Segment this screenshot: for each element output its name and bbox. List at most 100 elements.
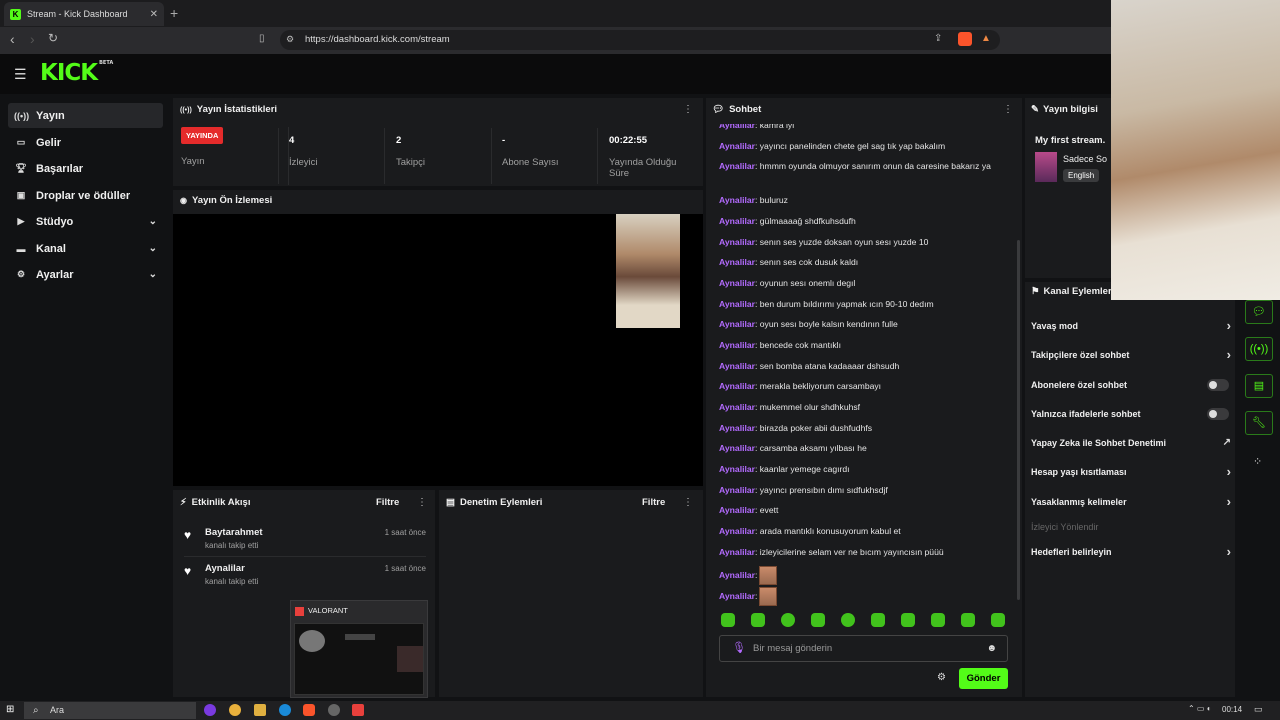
emote-icon[interactable]: [841, 613, 855, 627]
chat-message[interactable]: Aynalilar: senın ses cok dusuk kaldı: [719, 256, 1004, 269]
chat-username[interactable]: Aynalilar: [719, 485, 755, 495]
chat-input[interactable]: 🎙︎ Bir mesaj gönderin ☻: [719, 635, 1008, 662]
tray-icons[interactable]: ⌃ ▭ ◐: [1188, 704, 1212, 713]
brave-shield-icon[interactable]: [958, 32, 972, 46]
chat-username[interactable]: Aynalilar: [719, 402, 755, 412]
emote-icon[interactable]: [901, 613, 915, 627]
taskbar-search[interactable]: ⌕ Ara: [24, 702, 196, 719]
emote-icon[interactable]: [961, 613, 975, 627]
chat-username[interactable]: Aynalilar: [719, 505, 755, 515]
action-account-age[interactable]: Hesap yaşı kısıtlaması ›: [1031, 464, 1231, 479]
chat-message[interactable]: Aynalilar: gülmaaaağ shdfkuhsdufh: [719, 215, 1004, 228]
chat-scrollbar[interactable]: [1017, 240, 1020, 600]
emote-icon[interactable]: [931, 613, 945, 627]
chat-message[interactable]: Aynalilar: yayıncı panelinden chete gel …: [719, 140, 1004, 153]
chat-username[interactable]: Aynalilar: [719, 361, 755, 371]
action-set-goals[interactable]: Hedefleri belirleyin ›: [1031, 544, 1231, 559]
moderation-filter-button[interactable]: Filtre: [642, 497, 665, 508]
sidebar-item-droplar[interactable]: ▣ Droplar ve ödüller: [8, 183, 163, 208]
action-slow-mode[interactable]: Yavaş mod ›: [1031, 318, 1231, 333]
chat-username[interactable]: Aynalilar: [719, 257, 755, 267]
emoji-icon[interactable]: ☻: [986, 636, 997, 661]
wrench-icon[interactable]: 🔧︎: [1245, 411, 1273, 435]
kick-logo[interactable]: KICK BETA: [40, 60, 113, 86]
site-info-icon[interactable]: ⚙: [286, 34, 294, 45]
chat-message[interactable]: Aynalilar: birazda poker abii dushfudhfs: [719, 422, 1004, 435]
windows-start-icon[interactable]: ⊞: [6, 704, 14, 715]
sidebar-item-basarilar[interactable]: 🏆︎ Başarılar: [8, 156, 163, 181]
chat-message[interactable]: Aynalilar: carsamba aksamı yılbası he: [719, 442, 1004, 455]
action-host-viewers[interactable]: İzleyici Yönlendir: [1031, 522, 1231, 532]
more-options-icon[interactable]: ⋮: [417, 497, 427, 508]
action-followers-only[interactable]: Takipçilere özel sohbet ›: [1031, 347, 1231, 362]
emote-icon[interactable]: [751, 613, 765, 627]
new-tab-icon[interactable]: +: [170, 5, 178, 21]
action-subscribers-only[interactable]: Abonelere özel sohbet: [1031, 379, 1231, 391]
obs-icon[interactable]: [328, 704, 340, 716]
chat-username[interactable]: Aynalilar: [719, 547, 755, 557]
info-toggle-icon[interactable]: ▤: [1245, 374, 1273, 398]
sidebar-item-kanal[interactable]: ▬ Kanal ⌄: [8, 236, 163, 261]
reload-icon[interactable]: ↻: [48, 31, 58, 45]
share-icon[interactable]: ⇪: [934, 33, 942, 44]
chat-message[interactable]: Aynalilar: sen bomba atana kadaaaar dshs…: [719, 360, 1004, 373]
more-options-icon[interactable]: ⋮: [683, 104, 693, 115]
emote-icon[interactable]: [781, 613, 795, 627]
sidebar-item-yayin[interactable]: ((•)) Yayın: [8, 103, 163, 128]
chat-username[interactable]: Aynalilar: [719, 161, 755, 171]
subscribers-only-toggle[interactable]: [1207, 379, 1229, 391]
chat-username[interactable]: Aynalilar: [719, 526, 755, 536]
chat-message[interactable]: Aynalilar: buluruz: [719, 194, 1004, 207]
emote-icon[interactable]: [871, 613, 885, 627]
chat-username[interactable]: Aynalilar: [719, 319, 755, 329]
address-bar[interactable]: https://dashboard.kick.com/stream: [280, 30, 1000, 50]
emote-icon[interactable]: [721, 613, 735, 627]
chat-settings-icon[interactable]: ⚙: [937, 672, 946, 683]
notification-icon[interactable]: ▭: [1254, 704, 1263, 715]
emotes-only-toggle[interactable]: [1207, 408, 1229, 420]
chat-message[interactable]: Aynalilar:: [719, 566, 1004, 585]
sidebar-item-studyo[interactable]: ▶ Stüdyo ⌄: [8, 209, 163, 234]
add-widget-icon[interactable]: ⁘: [1253, 455, 1262, 468]
chat-message[interactable]: Aynalilar: oyun sesı boyle kalsın kendın…: [719, 318, 1004, 331]
chat-username[interactable]: Aynalilar: [719, 340, 755, 350]
chat-username[interactable]: Aynalilar: [719, 443, 755, 453]
sidebar-item-ayarlar[interactable]: ⚙ Ayarlar ⌄: [8, 262, 163, 287]
chat-username[interactable]: Aynalilar: [719, 195, 755, 205]
chat-message[interactable]: Aynalilar: bencede cok mantıklı: [719, 339, 1004, 352]
chat-username[interactable]: Aynalilar: [719, 423, 755, 433]
action-emotes-only[interactable]: Yalnızca ifadelerle sohbet: [1031, 408, 1231, 420]
brave-rewards-icon[interactable]: ▲: [981, 33, 991, 44]
action-ai-moderation[interactable]: Yapay Zeka ile Sohbet Denetimi ↗: [1031, 437, 1231, 448]
chat-username[interactable]: Aynalilar: [719, 464, 755, 474]
chat-username[interactable]: Aynalilar: [719, 570, 755, 580]
forward-icon[interactable]: ›: [30, 31, 35, 47]
app-icon[interactable]: [204, 704, 216, 716]
menu-icon[interactable]: ☰: [14, 66, 27, 83]
valorant-window-preview[interactable]: VALORANT: [290, 600, 428, 698]
chat-username[interactable]: Aynalilar: [719, 216, 755, 226]
taskbar-clock[interactable]: 00:14: [1222, 705, 1242, 714]
chat-message[interactable]: Aynalilar: ben durum bıldırımı yapmak ıc…: [719, 298, 1004, 311]
action-banned-words[interactable]: Yasaklanmış kelimeler ›: [1031, 494, 1231, 509]
chat-username[interactable]: Aynalilar: [719, 278, 755, 288]
chat-username[interactable]: Aynalilar: [719, 299, 755, 309]
chat-message[interactable]: Aynalilar: merakla bekliyorum carsambayı: [719, 380, 1004, 393]
chat-message[interactable]: Aynalilar: kaanlar yemege cagırdı: [719, 463, 1004, 476]
more-options-icon[interactable]: ⋮: [1003, 104, 1013, 115]
bookmark-icon[interactable]: ▯: [259, 33, 265, 44]
send-button[interactable]: Gönder: [959, 668, 1008, 689]
chat-message[interactable]: Aynalilar: evett: [719, 504, 1004, 517]
microphone-icon[interactable]: 🎙︎: [732, 636, 746, 661]
chat-toggle-icon[interactable]: 💬︎: [1245, 300, 1273, 324]
chat-username[interactable]: Aynalilar: [719, 237, 755, 247]
chat-username[interactable]: Aynalilar: [719, 591, 755, 601]
sidebar-item-gelir[interactable]: ▭ Gelir: [8, 130, 163, 155]
chat-message[interactable]: Aynalilar: arada mantıklı konusuyorum ka…: [719, 525, 1004, 538]
brave-icon[interactable]: [303, 704, 315, 716]
valorant-taskbar-icon[interactable]: [352, 704, 364, 716]
chat-username[interactable]: Aynalilar: [719, 381, 755, 391]
emote-icon[interactable]: [811, 613, 825, 627]
activity-filter-button[interactable]: Filtre: [376, 497, 399, 508]
chat-message[interactable]: Aynalilar: senın ses yuzde doksan oyun s…: [719, 236, 1004, 249]
